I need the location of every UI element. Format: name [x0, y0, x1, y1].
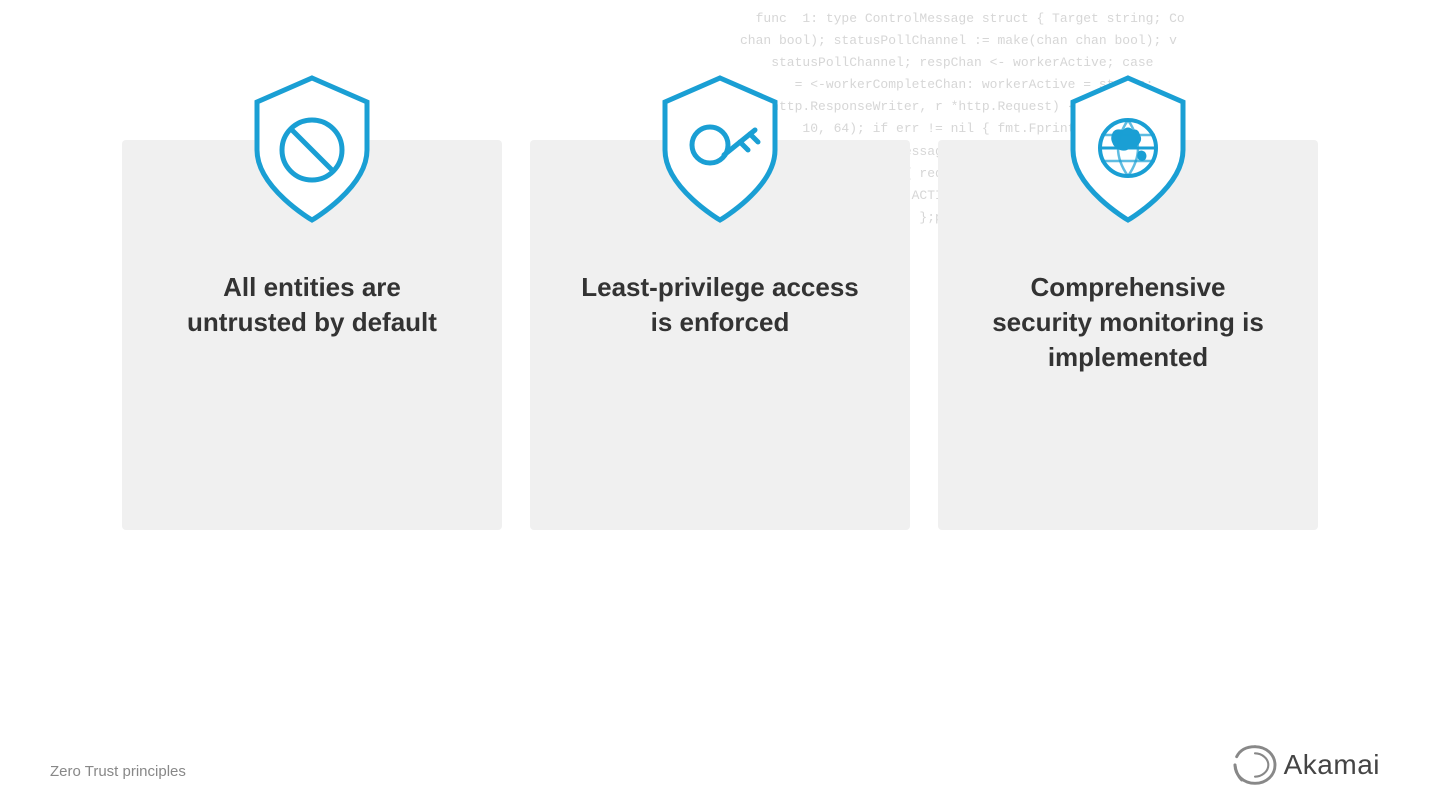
- cards-container: All entities are untrusted by default Le…: [0, 140, 1440, 530]
- card-monitoring: Comprehensive security monitoring is imp…: [938, 140, 1318, 530]
- shield-key-container: [650, 70, 790, 230]
- card-monitoring-text: Comprehensive security monitoring is imp…: [978, 270, 1278, 375]
- card-least-privilege-text: Least-privilege access is enforced: [570, 270, 870, 340]
- shield-ban-container: [242, 70, 382, 230]
- akamai-logo-icon: [1230, 740, 1280, 790]
- key-icon: [650, 70, 790, 230]
- card-untrusted: All entities are untrusted by default: [122, 140, 502, 530]
- globe-icon: [1058, 70, 1198, 230]
- bottom-label: Zero Trust principles: [50, 763, 186, 780]
- akamai-logo: Akamai: [1230, 740, 1380, 790]
- card-least-privilege: Least-privilege access is enforced: [530, 140, 910, 530]
- akamai-logo-text: Akamai: [1284, 749, 1380, 781]
- ban-icon: [242, 70, 382, 230]
- shield-globe-container: [1058, 70, 1198, 230]
- card-untrusted-text: All entities are untrusted by default: [162, 270, 462, 340]
